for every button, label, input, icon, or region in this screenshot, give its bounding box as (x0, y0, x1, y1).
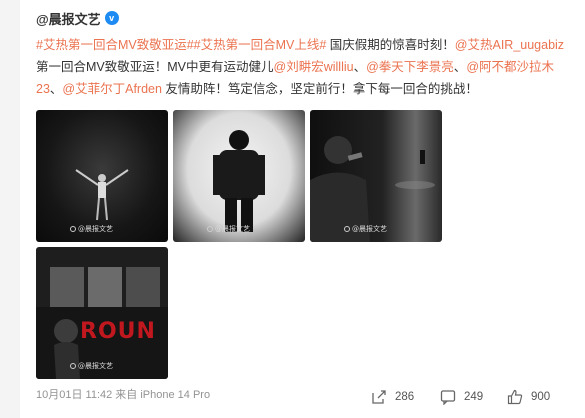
post-text-segment: 国庆假期的惊喜时刻！ (326, 38, 455, 52)
comment-count: 249 (464, 391, 484, 403)
man-silhouette-icon (213, 130, 265, 232)
watermark: @晨报文艺 (70, 361, 113, 371)
post-text-segment: 、 (353, 60, 367, 74)
post-text-link[interactable]: @拳天下李景亮 (366, 60, 454, 74)
comment-icon (440, 390, 456, 405)
share-count: 286 (395, 391, 415, 403)
post-text: #艾热第一回合MV致敬亚运##艾热第一回合MV上线# 国庆假期的惊喜时刻！@艾热… (36, 34, 571, 100)
image-1[interactable]: @晨报文艺 (36, 110, 168, 242)
like-count: 900 (531, 391, 551, 403)
watermark: @晨报文艺 (70, 224, 113, 234)
username-link[interactable]: @晨报文艺 (36, 9, 101, 28)
singer-with-mic-icon (310, 136, 435, 242)
post-card: @晨报文艺 v #艾热第一回合MV致敬亚运##艾热第一回合MV上线# 国庆假期的… (20, 0, 585, 418)
post-text-segment: 、 (453, 60, 467, 74)
image-4[interactable]: ROUN @晨报文艺 (36, 247, 168, 379)
post-text-link[interactable]: @刘畊宏willliu (274, 60, 354, 74)
verified-icon: v (104, 11, 119, 25)
post-header: @晨报文艺 v (36, 8, 119, 28)
performer-silhouette-icon (75, 169, 129, 221)
post-meta: 10月01日 11:42 来自 iPhone 14 Pro (36, 389, 211, 401)
post-text-segment: 第一回合MV致敬亚运！MV中更有运动健儿 (36, 60, 274, 74)
share-icon (372, 390, 386, 404)
comment-button[interactable]: 249 (440, 389, 483, 405)
post-text-segment: 、 (49, 82, 63, 96)
share-button[interactable]: 286 (371, 389, 414, 405)
like-button[interactable]: 900 (507, 389, 550, 405)
post-text-link[interactable]: @艾热AIR_uugabiz (455, 38, 564, 52)
poster-collage-icon (36, 267, 168, 379)
image-3[interactable]: @晨报文艺 (310, 110, 442, 242)
image-2[interactable]: @晨报文艺 (173, 110, 305, 242)
post-text-link[interactable]: @艾菲尔丁Afrden (62, 82, 162, 96)
watermark: @晨报文艺 (207, 224, 250, 234)
image-overlay-title: ROUN (80, 319, 156, 344)
thumbs-up-icon (507, 389, 523, 405)
post-text-segment: 友情助阵！笃定信念，坚定前行！拿下每一回合的挑战！ (161, 82, 478, 96)
post-text-link[interactable]: #艾热第一回合MV致敬亚运##艾热第一回合MV上线# (36, 38, 326, 52)
watermark: @晨报文艺 (344, 224, 387, 234)
